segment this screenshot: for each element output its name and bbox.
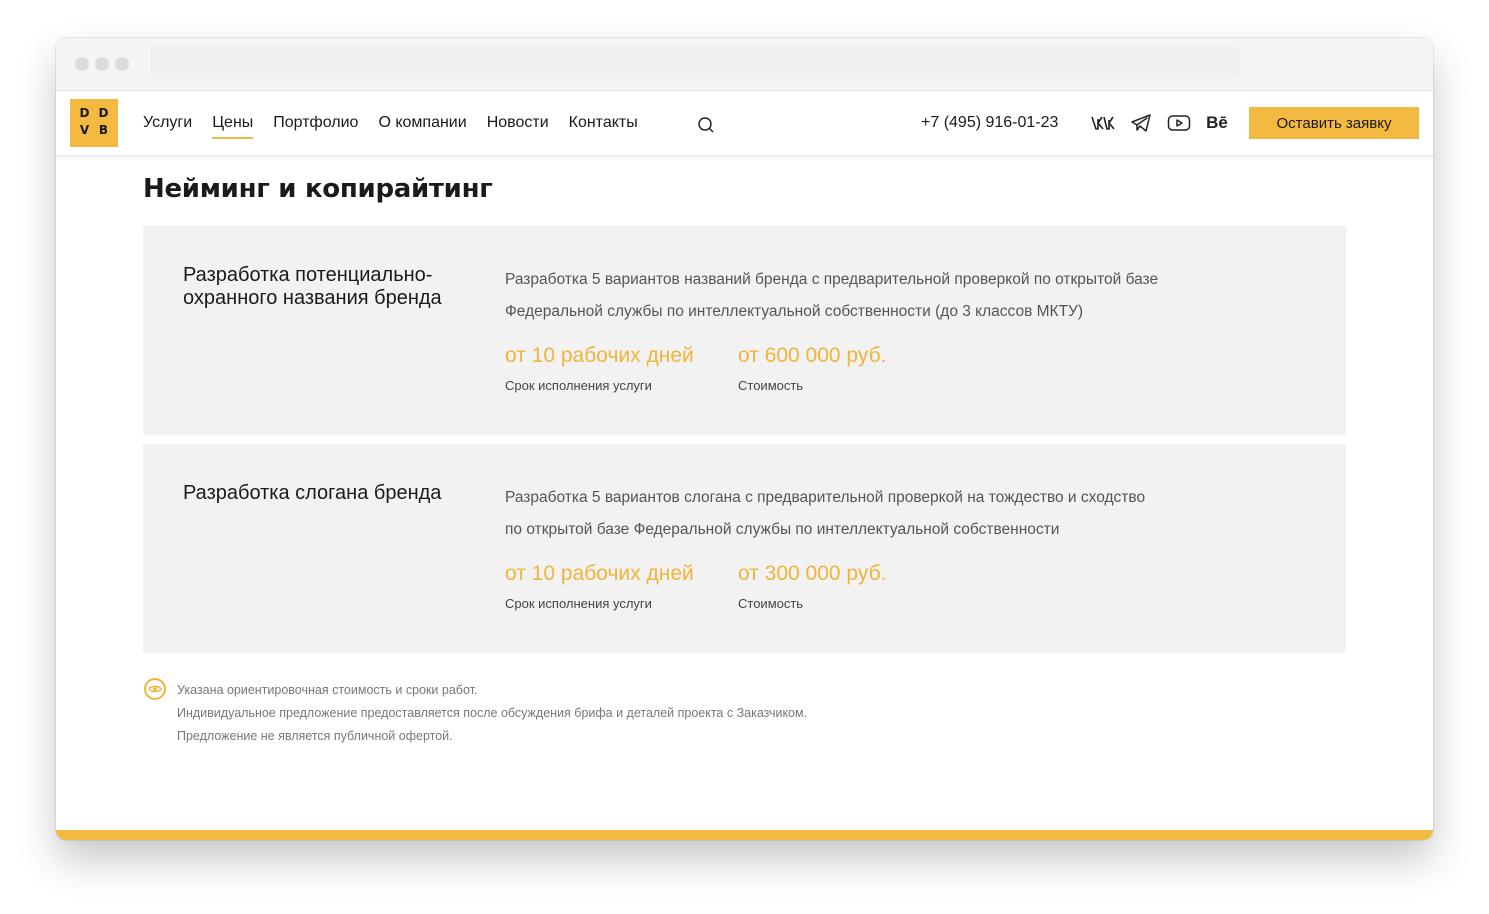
note-line: Индивидуальное предложение предоставляет… xyxy=(177,706,808,720)
window-minimize-button[interactable] xyxy=(95,57,109,71)
service-name: Разработка потенциально-охранного назван… xyxy=(183,264,442,309)
nav-item-about[interactable]: О компании xyxy=(378,113,466,139)
leave-request-button[interactable]: Оставить заявку xyxy=(1249,107,1419,139)
logo-letter: V xyxy=(79,123,90,137)
service-description: Разработка 5 вариантов слогана с предвар… xyxy=(505,482,1245,546)
service-price-label: Стоимость xyxy=(738,596,804,611)
eye-icon xyxy=(144,678,166,700)
logo-letter: B xyxy=(98,123,109,137)
telegram-icon[interactable] xyxy=(1129,113,1153,133)
service-card: Разработка потенциально-охранного назван… xyxy=(143,226,1346,435)
footer-accent-bar xyxy=(56,830,1433,840)
nav-item-news[interactable]: Новости xyxy=(487,113,549,139)
behance-icon[interactable]: Bē xyxy=(1205,113,1229,133)
description-line: Разработка 5 вариантов названий бренда с… xyxy=(505,271,1159,288)
description-line: Разработка 5 вариантов слогана с предвар… xyxy=(505,489,1146,506)
nav-item-services[interactable]: Услуги xyxy=(143,113,192,139)
logo-letter: D xyxy=(79,106,90,120)
social-links: Bē xyxy=(1091,113,1229,133)
service-duration: от 10 рабочих дней xyxy=(505,562,694,585)
service-price: от 600 000 руб. xyxy=(738,344,887,367)
description-line: по открытой базе Федеральной службы по и… xyxy=(505,521,1060,538)
description-line: Федеральной службы по интеллектуальной с… xyxy=(505,303,1084,320)
window-maximize-button[interactable] xyxy=(115,57,129,71)
note-line: Указана ориентировочная стоимость и срок… xyxy=(177,683,478,697)
vk-icon[interactable] xyxy=(1091,113,1115,133)
service-price-label: Стоимость xyxy=(738,378,804,393)
note-line: Предложение не является публичной оферто… xyxy=(177,729,453,743)
service-name: Разработка слогана бренда xyxy=(183,482,442,504)
service-duration: от 10 рабочих дней xyxy=(505,344,694,367)
nav-item-contacts[interactable]: Контакты xyxy=(569,113,638,139)
logo-letter: D xyxy=(98,106,109,120)
browser-titlebar xyxy=(56,38,1433,91)
window-close-button[interactable] xyxy=(75,57,89,71)
address-bar[interactable] xyxy=(150,46,1240,79)
nav-item-prices[interactable]: Цены xyxy=(212,113,254,139)
site-header: D D V B Услуги Цены Портфолио О компании… xyxy=(56,91,1433,156)
service-price: от 300 000 руб. xyxy=(738,562,887,585)
nav-item-portfolio[interactable]: Портфолио xyxy=(273,113,358,139)
youtube-icon[interactable] xyxy=(1167,113,1191,133)
page-title: Нейминг и копирайтинг xyxy=(143,174,493,204)
main-nav: Услуги Цены Портфолио О компании Новости… xyxy=(143,113,638,139)
service-duration-label: Срок исполнения услуги xyxy=(505,596,652,611)
browser-window: D D V B Услуги Цены Портфолио О компании… xyxy=(56,38,1433,840)
phone-number[interactable]: +7 (495) 916-01-23 xyxy=(921,113,1058,133)
service-duration-label: Срок исполнения услуги xyxy=(505,378,652,393)
search-icon[interactable] xyxy=(696,115,716,135)
service-card: Разработка слогана бренда Разработка 5 в… xyxy=(143,444,1346,653)
service-description: Разработка 5 вариантов названий бренда с… xyxy=(505,264,1245,328)
logo[interactable]: D D V B xyxy=(70,99,118,147)
